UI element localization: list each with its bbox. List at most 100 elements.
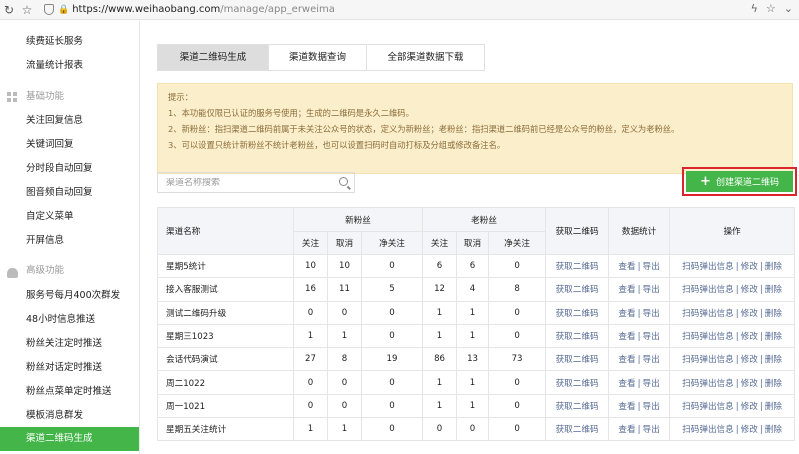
view-link[interactable]: 查看 [618,262,635,272]
tab-data-download[interactable]: 全部渠道数据下载 [366,44,485,71]
delete-link[interactable]: 删除 [765,425,782,435]
popup-info-link[interactable]: 扫码弹出信息 [682,379,734,389]
popup-info-link[interactable]: 扫码弹出信息 [682,309,734,319]
get-qr-link[interactable]: 获取二维码 [556,402,599,412]
export-link[interactable]: 导出 [643,402,660,412]
address-bar[interactable]: 🔒 https://www.weihaobang.com/manage/app_… [44,2,335,18]
popup-info-link[interactable]: 扫码弹出信息 [682,332,734,342]
chevron-down-icon[interactable]: ⌄ [784,2,793,15]
edit-link[interactable]: 修改 [741,285,758,295]
lightning-icon[interactable]: ϟ [751,2,758,15]
view-link[interactable]: 查看 [618,425,635,435]
view-link[interactable]: 查看 [618,285,635,295]
search-icon[interactable] [339,177,348,186]
delete-link[interactable]: 删除 [765,309,782,319]
separator: | [735,401,739,412]
get-qr-link[interactable]: 获取二维码 [556,355,599,365]
sidebar-item-adv-0[interactable]: 服务号每月400次群发 [0,284,139,308]
create-button-highlight: + 创建渠道二维码 [682,167,797,196]
search-box [157,172,355,193]
ops-cell: 扫码弹出信息 | 修改 | 删除 [669,370,796,395]
delete-link[interactable]: 删除 [765,262,782,272]
sidebar-item-adv-3[interactable]: 粉丝对话定时推送 [0,356,139,380]
sidebar-item-adv-6[interactable]: 渠道二维码生成 [0,427,139,451]
separator: | [637,355,641,366]
get-qr-link[interactable]: 获取二维码 [556,309,599,319]
edit-link[interactable]: 修改 [741,379,758,389]
channel-name: 星期5统计 [157,253,294,279]
sidebar-item-adv-2[interactable]: 粉丝关注定时推送 [0,332,139,356]
separator: | [637,425,641,436]
new-fans-cell: 0 [360,323,424,349]
bookmark-star-icon[interactable]: ☆ [18,1,36,19]
cloud-icon [7,268,18,278]
reload-icon[interactable]: ↻ [0,1,18,19]
popup-info-link[interactable]: 扫码弹出信息 [682,355,734,365]
delete-link[interactable]: 删除 [765,285,782,295]
separator: | [759,378,763,389]
delete-link[interactable]: 删除 [765,332,782,342]
header-new-fans: 新粉丝 [292,207,424,232]
sidebar-item-adv-1[interactable]: 48小时信息推送 [0,308,139,332]
new-fans-cell: 10 [327,253,362,279]
delete-link[interactable]: 删除 [765,402,782,412]
new-fans-cell: 0 [293,370,328,395]
popup-info-link[interactable]: 扫码弹出信息 [682,262,734,272]
delete-link[interactable]: 删除 [765,355,782,365]
sidebar-item-basic-4[interactable]: 自定义菜单 [0,205,139,229]
tab-qr-create[interactable]: 渠道二维码生成 [157,44,269,71]
sidebar-item-top-1[interactable]: 流量统计报表 [0,54,139,78]
tab-data-query[interactable]: 渠道数据查询 [268,44,367,71]
sidebar: 续费延长服务 流量统计报表 基础功能 关注回复信息 关键词回复 分时段自动回复 图音频自动回… [0,21,140,454]
popup-info-link[interactable]: 扫码弹出信息 [682,425,734,435]
get-qr-link[interactable]: 获取二维码 [556,379,599,389]
delete-link[interactable]: 删除 [765,379,782,389]
notice-title: 提示： [168,92,193,102]
sidebar-item-adv-4[interactable]: 粉丝点菜单定时推送 [0,380,139,404]
popup-info-link[interactable]: 扫码弹出信息 [682,285,734,295]
sidebar-item-basic-0[interactable]: 关注回复信息 [0,109,139,133]
sidebar-item-basic-2[interactable]: 分时段自动回复 [0,157,139,181]
channel-name: 星期三1023 [157,323,294,349]
view-link[interactable]: 查看 [618,332,635,342]
sidebar-item-basic-3[interactable]: 图音频自动回复 [0,181,139,205]
export-link[interactable]: 导出 [643,379,660,389]
old-fans-cell: 0 [488,323,547,349]
export-link[interactable]: 导出 [643,332,660,342]
view-link[interactable]: 查看 [618,355,635,365]
new-fans-cell: 0 [293,300,328,325]
export-link[interactable]: 导出 [643,425,660,435]
edit-link[interactable]: 修改 [741,402,758,412]
sidebar-item-adv-5[interactable]: 模板消息群发 [0,404,139,428]
table-row: 周二1022 0 0 0 1 1 0 获取二维码 查看 | 导出 扫码弹出信息 | 修改 | 删除 [157,370,796,395]
get-qr-link[interactable]: 获取二维码 [556,262,599,272]
export-link[interactable]: 导出 [643,262,660,272]
view-link[interactable]: 查看 [618,402,635,412]
popup-info-link[interactable]: 扫码弹出信息 [682,402,734,412]
stats-cell: 查看 | 导出 [608,253,671,279]
sidebar-item-top-0[interactable]: 续费延长服务 [0,30,139,54]
get-qr-link[interactable]: 获取二维码 [556,425,599,435]
sidebar-item-basic-1[interactable]: 关键词回复 [0,133,139,157]
export-link[interactable]: 导出 [643,355,660,365]
favorite-icon[interactable]: ☆ [766,2,776,15]
edit-link[interactable]: 修改 [741,425,758,435]
new-fans-cell: 10 [293,253,328,279]
view-link[interactable]: 查看 [618,379,635,389]
get-qr-cell: 获取二维码 [545,417,610,442]
ops-cell: 扫码弹出信息 | 修改 | 删除 [669,300,796,325]
search-input[interactable] [166,177,326,188]
export-link[interactable]: 导出 [643,285,660,295]
edit-link[interactable]: 修改 [741,355,758,365]
edit-link[interactable]: 修改 [741,309,758,319]
edit-link[interactable]: 修改 [741,262,758,272]
get-qr-link[interactable]: 获取二维码 [556,285,599,295]
create-qr-button[interactable]: + 创建渠道二维码 [686,171,793,192]
get-qr-link[interactable]: 获取二维码 [556,332,599,342]
sidebar-item-basic-5[interactable]: 开屏信息 [0,229,139,253]
edit-link[interactable]: 修改 [741,332,758,342]
export-link[interactable]: 导出 [643,309,660,319]
new-fans-cell: 0 [327,393,362,419]
table-row: 周一1021 0 0 0 1 1 0 获取二维码 查看 | 导出 扫码弹出信息 | 修改 | 删除 [157,393,796,419]
view-link[interactable]: 查看 [618,309,635,319]
